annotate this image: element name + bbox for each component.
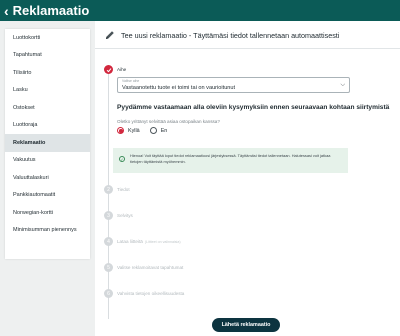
- step-4-sublabel: (Liitteet on valinnaisia): [144, 240, 181, 244]
- sidebar-item-tilisiirto[interactable]: Tilisiirto: [5, 64, 90, 82]
- sidebar-item-tapahtumat[interactable]: Tapahtumat: [5, 47, 90, 65]
- chevron-left-icon[interactable]: ‹: [4, 4, 9, 18]
- sidebar-item-minimisumman-pienennys[interactable]: Minimisumman pienennys: [5, 222, 90, 240]
- sidebar-item-vakuutus[interactable]: Vakuutus: [5, 152, 90, 170]
- sidebar-item-lasku[interactable]: Lasku: [5, 82, 90, 100]
- topic-select-value: Vastaanotettu tuote ei toimi tai on vaur…: [122, 84, 236, 91]
- step-2-label: Tiedot: [117, 187, 130, 192]
- sidebar-item-norwegian-kortti[interactable]: Norwegian-kortti: [5, 204, 90, 222]
- step-5-number: 5: [104, 263, 113, 272]
- radio-kylla-label[interactable]: Kyllä: [128, 128, 140, 134]
- page-title: Reklamaatio: [12, 3, 90, 18]
- step-4-label: Lataa liitteitä: [117, 239, 143, 244]
- radio-kylla[interactable]: [117, 127, 124, 134]
- step-6-number: 6: [104, 289, 113, 298]
- form-title: Tee uusi reklamaatio - Täyttämäsi tiedot…: [105, 30, 339, 40]
- step-progress-rail: [108, 69, 109, 319]
- topic-select[interactable]: Valitse aihe Vastaanotettu tuote ei toim…: [117, 77, 350, 93]
- question-heading: Pyydämme vastaamaan alla oleviin kysymyk…: [117, 104, 390, 111]
- step-2-number: 2: [104, 185, 113, 194]
- sidebar-item-valuuttalaskuri[interactable]: Valuuttalaskuri: [5, 169, 90, 187]
- step-5-label: Valitse reklamoitavat tapahtumat: [117, 265, 184, 270]
- step-1-label: Aihe: [117, 67, 127, 72]
- sidebar-item-ostokset[interactable]: Ostokset: [5, 99, 90, 117]
- submit-claim-button[interactable]: Lähetä reklamaatio: [212, 318, 280, 332]
- chevron-down-icon: ⌵: [340, 82, 345, 88]
- question-text: Oletko yrittänyt selvittää asiaa ostopai…: [117, 119, 220, 124]
- topic-select-label: Valitse aihe: [122, 79, 140, 83]
- check-circle-icon: ✓: [119, 156, 125, 162]
- radio-en[interactable]: [149, 127, 157, 134]
- claim-form-panel: Tee uusi reklamaatio - Täyttämäsi tiedot…: [95, 21, 400, 336]
- step-3-number: 3: [104, 211, 113, 220]
- pencil-icon: [106, 31, 114, 39]
- step-3-label: Selvitys: [117, 213, 133, 218]
- app-header: ‹ Reklamaatio: [0, 0, 400, 21]
- divider: [95, 48, 400, 49]
- step-6-label: Vahvista tietojen oikeellisuudesta: [117, 291, 185, 296]
- sidebar-item-luottoraja[interactable]: Luottoraja: [5, 117, 90, 135]
- notice-text: Hienoa! Voit täyttää loput tiedot reklam…: [130, 153, 331, 165]
- answer-radio-group: Kyllä En: [117, 127, 173, 134]
- step-4-label-wrap: Lataa liitteitä (Liitteet on valinnaisia): [117, 239, 181, 244]
- step-1-check-icon: [104, 65, 113, 74]
- sidebar-nav: Luottokortti Tapahtumat Tilisiirto Lasku…: [5, 29, 90, 259]
- step-4-number: 4: [104, 237, 113, 246]
- sidebar-item-reklamaatio[interactable]: Reklamaatio: [5, 134, 90, 152]
- form-title-text: Tee uusi reklamaatio - Täyttämäsi tiedot…: [121, 30, 340, 40]
- success-notice: ✓ Hienoa! Voit täyttää loput tiedot rekl…: [113, 148, 348, 173]
- sidebar-item-luottokortti[interactable]: Luottokortti: [5, 29, 90, 47]
- radio-en-label[interactable]: En: [161, 128, 168, 134]
- sidebar-item-pankkiautomaatit[interactable]: Pankkiautomaatit: [5, 187, 90, 205]
